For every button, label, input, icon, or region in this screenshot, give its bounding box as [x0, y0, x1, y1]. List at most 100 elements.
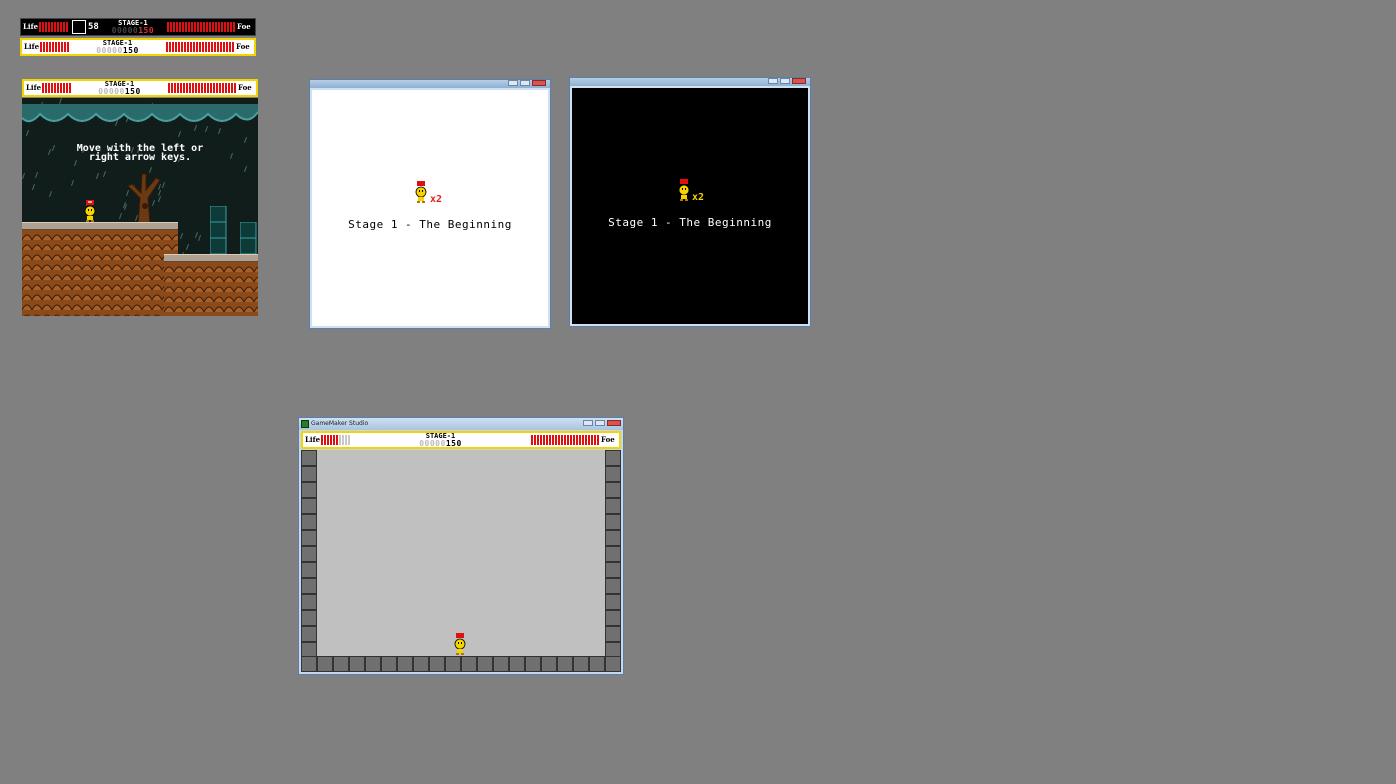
- life-bar: [40, 42, 69, 52]
- wall-tile: [605, 578, 621, 594]
- maximize-button[interactable]: [780, 78, 790, 84]
- wall-tile: [301, 578, 317, 594]
- wall-tile: [301, 514, 317, 530]
- stone-ledge-lower: [164, 254, 258, 262]
- foe-label: Foe: [238, 83, 252, 92]
- foe-bar: [168, 83, 236, 93]
- wall-tile: [333, 656, 349, 672]
- player-lives-icon: [415, 181, 427, 203]
- wall-tile: [573, 656, 589, 672]
- hud-center: STAGE-1 00000150: [71, 80, 168, 96]
- left-wall-tiles: [301, 450, 317, 658]
- stage-intro-window-white: x2 Stage 1 - The Beginning: [309, 79, 551, 329]
- raindrop: [71, 180, 74, 186]
- wall-tile: [301, 610, 317, 626]
- wall-tile: [493, 656, 509, 672]
- wall-tile: [461, 656, 477, 672]
- player-lives-icon: [678, 179, 690, 201]
- score: 00000150: [419, 439, 462, 448]
- minimize-button[interactable]: [768, 78, 778, 84]
- wall-tile: [605, 482, 621, 498]
- score: 00000150: [111, 26, 155, 35]
- score: 00000150: [96, 46, 139, 55]
- wall-tile: [301, 498, 317, 514]
- raindrop: [244, 137, 247, 143]
- life-label: Life: [23, 22, 39, 31]
- minimize-button[interactable]: [508, 80, 518, 86]
- life-label: Life: [26, 83, 42, 92]
- foe-bar: [167, 22, 235, 32]
- hud-dark: Life 58 STAGE-1 00000150 Foe: [20, 18, 256, 36]
- wall-tile: [301, 656, 317, 672]
- raindrop: [244, 166, 247, 172]
- maximize-button[interactable]: [595, 420, 605, 426]
- wall-tile: [349, 656, 365, 672]
- curtain-canopy: [22, 104, 258, 123]
- wall-tile: [557, 656, 573, 672]
- close-button[interactable]: [607, 420, 621, 426]
- app-icon: [301, 420, 309, 428]
- raindrop: [32, 184, 35, 190]
- gamemaker-window: GameMaker Studio Life STAGE-1 00000150 F…: [298, 417, 624, 675]
- wall-tile: [541, 656, 557, 672]
- wall-tile: [525, 656, 541, 672]
- window-titlebar[interactable]: GameMaker Studio: [299, 418, 623, 430]
- life-label: Life: [305, 435, 321, 444]
- tutorial-text-2: right arrow keys.: [88, 152, 192, 163]
- raindrop: [49, 191, 52, 197]
- life-bar: [321, 435, 350, 445]
- wall-tile: [605, 498, 621, 514]
- foe-label: Foe: [601, 435, 615, 444]
- foe-bar: [166, 42, 234, 52]
- item-count: 58: [88, 22, 99, 32]
- raindrop: [186, 244, 189, 250]
- close-button[interactable]: [532, 80, 546, 86]
- raindrop: [198, 235, 201, 241]
- foe-bar: [531, 435, 599, 445]
- raindrop: [96, 173, 99, 179]
- wall-tile: [605, 450, 621, 466]
- hud-center: STAGE-1 00000150: [350, 432, 531, 448]
- brick-ground-lower: [164, 262, 258, 316]
- maximize-button[interactable]: [520, 80, 530, 86]
- raindrop: [103, 171, 106, 177]
- raindrop: [195, 232, 198, 238]
- wall-tile: [445, 656, 461, 672]
- stage-intro-window-black: x2 Stage 1 - The Beginning: [569, 77, 811, 327]
- wall-tile: [301, 562, 317, 578]
- minimize-button[interactable]: [583, 420, 593, 426]
- wall-tile: [429, 656, 445, 672]
- wall-tile: [381, 656, 397, 672]
- dead-tree: [127, 173, 161, 224]
- foe-label: Foe: [236, 42, 250, 51]
- floor-tiles: [301, 656, 621, 672]
- brick-ground-upper: [22, 230, 178, 316]
- player-character: [84, 200, 96, 222]
- teal-blocks-1: [209, 205, 230, 258]
- room-canvas[interactable]: [301, 450, 621, 672]
- wall-tile: [301, 450, 317, 466]
- window-titlebar[interactable]: [310, 80, 550, 88]
- raindrop: [22, 173, 25, 179]
- wall-tile: [605, 656, 621, 672]
- lives-count: x2: [430, 194, 443, 205]
- raindrop: [180, 233, 183, 239]
- stone-ledge-upper: [22, 222, 178, 230]
- game-scene-rain: Move with the left or right arrow keys.: [22, 98, 258, 316]
- hud-light: Life STAGE-1 00000150 Foe: [20, 38, 256, 56]
- wall-tile: [301, 546, 317, 562]
- wall-tile: [301, 466, 317, 482]
- stage-title: Stage 1 - The Beginning: [608, 216, 772, 229]
- hud-editor: Life STAGE-1 00000150 Foe: [301, 431, 621, 449]
- wall-tile: [605, 610, 621, 626]
- close-button[interactable]: [792, 78, 806, 84]
- item-slot: [72, 20, 86, 34]
- wall-tile: [365, 656, 381, 672]
- hud-scene: Life STAGE-1 00000150 Foe: [22, 79, 258, 97]
- stage-title: Stage 1 - The Beginning: [348, 218, 512, 231]
- wall-tile: [301, 530, 317, 546]
- life-bar: [39, 22, 68, 32]
- window-titlebar[interactable]: [570, 78, 810, 86]
- player-character[interactable]: [453, 633, 467, 655]
- hud-center: STAGE-1 00000150: [99, 19, 167, 35]
